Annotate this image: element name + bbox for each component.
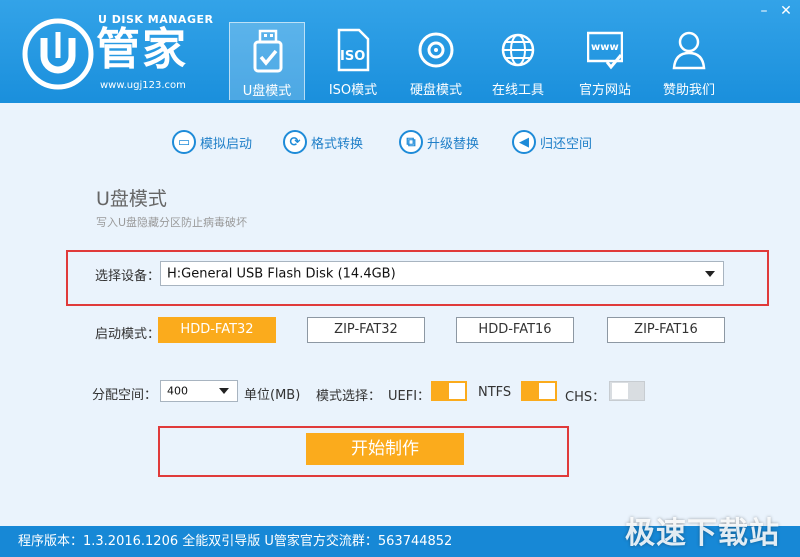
disk-icon (418, 32, 454, 68)
boot-option-zip-fat32[interactable]: ZIP-FAT32 (307, 317, 425, 343)
status-text: 程序版本：1.3.2016.1206 全能双引导版 U管家官方交流群：56374… (18, 534, 453, 549)
ntfs-label: NTFS (478, 385, 512, 400)
upgrade-replace-label: 升级替换 (427, 136, 480, 152)
watermark: 极速下载站 (625, 516, 780, 551)
alloc-size-select[interactable]: 400 (160, 380, 238, 402)
app-window: U DISK MANAGER 管家 www.ugj123.com – ✕ U盘模… (0, 0, 800, 557)
user-icon (672, 31, 706, 70)
return-space-button[interactable]: ◀ 归还空间 (512, 128, 592, 156)
device-label: 选择设备： (95, 269, 161, 284)
nav-disk-mode[interactable]: 硬盘模式 (398, 22, 474, 100)
minimize-button[interactable]: – (754, 2, 774, 20)
boot-option-zip-fat16[interactable]: ZIP-FAT16 (607, 317, 725, 343)
boot-option-hdd-fat32[interactable]: HDD-FAT32 (158, 317, 276, 343)
mode-title: U盘模式 (96, 188, 167, 210)
nav-online-tools[interactable]: 在线工具 (480, 22, 556, 100)
return-icon: ◀ (512, 130, 536, 154)
alloc-label: 分配空间： (92, 388, 158, 403)
simulate-boot-label: 模拟启动 (200, 136, 253, 152)
uefi-toggle-knob (449, 383, 465, 399)
mode-description: 写入U盘隐藏分区防止病毒破坏 (96, 216, 248, 229)
nav-sponsor-us-label: 赞助我们 (662, 83, 715, 98)
header-bar: U DISK MANAGER 管家 www.ugj123.com – ✕ U盘模… (0, 0, 800, 103)
nav-usb-mode[interactable]: U盘模式 (229, 22, 305, 100)
nav-sponsor-us[interactable]: 赞助我们 (651, 22, 727, 100)
chevron-down-icon (705, 270, 715, 277)
upgrade-icon: ⧉ (399, 130, 423, 154)
device-select[interactable]: H:General USB Flash Disk (14.4GB) (160, 261, 724, 286)
nav-official-site-label: 官方网站 (578, 83, 631, 98)
nav-online-tools-label: 在线工具 (491, 83, 544, 98)
chs-label: CHS： (565, 390, 606, 405)
logo-url: www.ugj123.com (100, 80, 186, 91)
chevron-down-icon (219, 388, 229, 394)
boot-option-hdd-fat16[interactable]: HDD-FAT16 (456, 317, 574, 343)
nav-disk-mode-label: 硬盘模式 (409, 83, 462, 98)
alloc-unit: 单位(MB) (244, 388, 301, 403)
simulate-boot-button[interactable]: ▭ 模拟启动 (172, 128, 252, 156)
convert-icon: ⟳ (283, 130, 307, 154)
usb-drive-icon (253, 29, 283, 73)
chs-toggle[interactable] (609, 381, 645, 401)
monitor-icon: ▭ (172, 130, 196, 154)
ntfs-toggle-knob (539, 383, 555, 399)
uefi-toggle[interactable] (431, 381, 467, 401)
svg-text:ISO: ISO (340, 49, 365, 64)
globe-icon (501, 33, 535, 67)
alloc-size-value: 400 (167, 384, 188, 398)
device-select-value: H:General USB Flash Disk (14.4GB) (167, 266, 396, 281)
chs-toggle-knob (612, 383, 628, 399)
iso-file-icon: ISO (337, 28, 370, 72)
upgrade-replace-button[interactable]: ⧉ 升级替换 (399, 128, 479, 156)
nav-official-site[interactable]: www 官方网站 (567, 22, 643, 100)
ntfs-toggle[interactable] (521, 381, 557, 401)
close-button[interactable]: ✕ (776, 2, 796, 20)
boot-mode-label: 启动模式： (95, 327, 161, 342)
logo-title: 管家 (96, 24, 188, 75)
uefi-label: UEFI： (388, 389, 431, 404)
format-convert-label: 格式转换 (311, 136, 364, 152)
start-button[interactable]: 开始制作 (306, 433, 464, 465)
format-convert-button[interactable]: ⟳ 格式转换 (283, 128, 363, 156)
return-space-label: 归还空间 (540, 136, 593, 152)
svg-text:www: www (591, 42, 619, 53)
logo-icon (22, 18, 94, 90)
nav-iso-mode-label: ISO模式 (328, 83, 378, 98)
website-icon: www (587, 31, 623, 70)
mode-select-label: 模式选择： (316, 389, 382, 404)
nav-iso-mode[interactable]: ISO ISO模式 (315, 22, 391, 100)
nav-usb-mode-label: U盘模式 (242, 84, 292, 99)
